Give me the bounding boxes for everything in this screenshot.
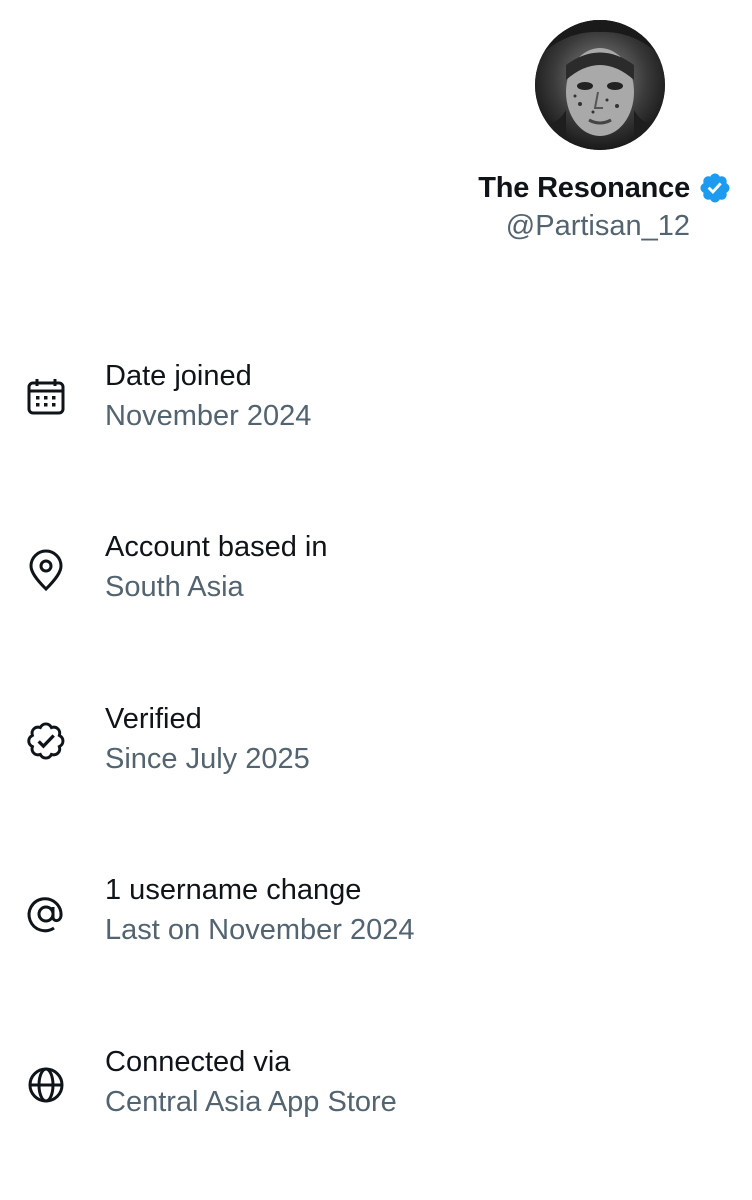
calendar-icon — [24, 375, 68, 419]
info-row-account-based-in: Account based in South Asia — [0, 531, 752, 621]
location-pin-icon — [24, 549, 68, 593]
verified-badge-icon[interactable] — [698, 171, 732, 205]
avatar[interactable] — [535, 20, 665, 150]
at-sign-icon — [24, 892, 68, 936]
info-title: Date joined — [105, 360, 252, 392]
info-row-username-change: 1 username change Last on November 2024 — [0, 874, 752, 964]
info-title: 1 username change — [105, 874, 362, 906]
info-value: November 2024 — [105, 400, 312, 432]
display-name: The Resonance — [478, 171, 690, 204]
info-title: Verified — [105, 703, 202, 735]
info-title: Account based in — [105, 531, 328, 563]
display-name-row: The Resonance — [478, 166, 732, 210]
globe-icon — [24, 1063, 68, 1107]
verified-badge-icon — [24, 719, 68, 763]
info-title: Connected via — [105, 1046, 291, 1078]
info-value: Central Asia App Store — [105, 1086, 397, 1118]
info-row-connected-via: Connected via Central Asia App Store — [0, 1046, 752, 1136]
info-value: Last on November 2024 — [105, 914, 415, 946]
info-row-verified: Verified Since July 2025 — [0, 703, 752, 793]
info-value: Since July 2025 — [105, 743, 310, 775]
info-row-date-joined: Date joined November 2024 — [0, 360, 752, 450]
info-value: South Asia — [105, 571, 244, 603]
profile-handle: @Partisan_12 — [505, 210, 690, 242]
